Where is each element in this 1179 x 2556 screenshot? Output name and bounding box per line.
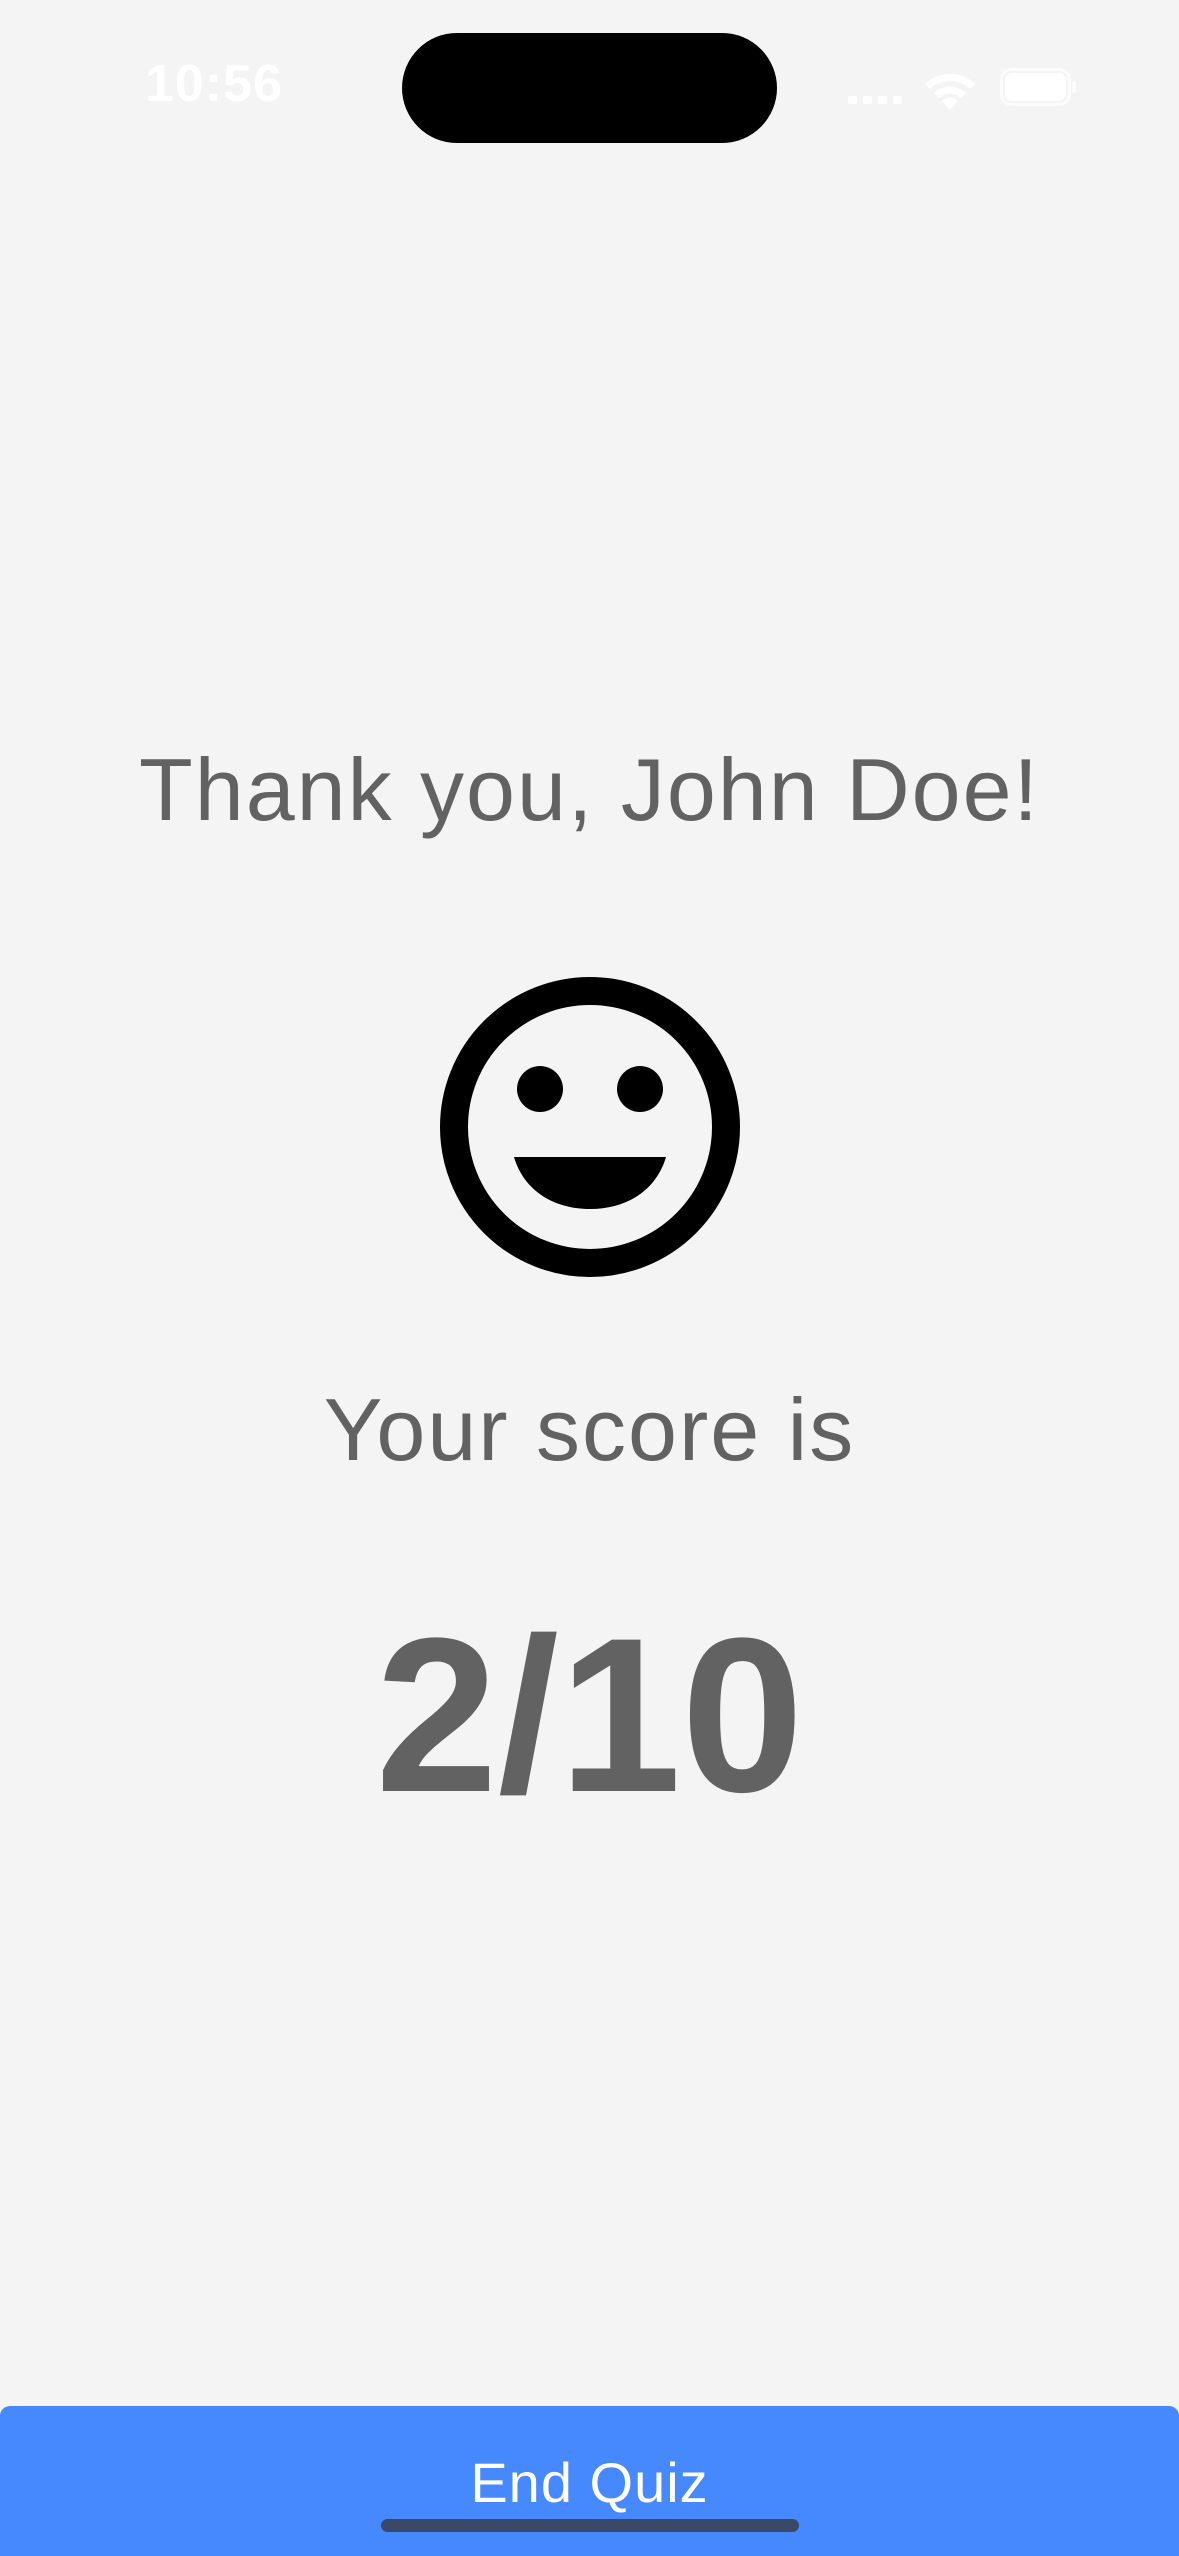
end-quiz-button[interactable]: End Quiz: [0, 2406, 1179, 2556]
end-quiz-label: End Quiz: [470, 2451, 709, 2514]
status-time: 10:56: [145, 55, 283, 113]
cellular-signal-icon: [848, 92, 904, 104]
status-bar: 10:56: [0, 0, 1179, 170]
battery-icon: [1000, 68, 1076, 106]
home-indicator[interactable]: [381, 2519, 799, 2532]
dynamic-island: [402, 33, 777, 143]
score-label: Your score is: [323, 1380, 856, 1479]
score-value: 2/10: [375, 1592, 804, 1838]
smiling-face-icon: [440, 977, 740, 1277]
wifi-icon: [925, 73, 975, 110]
thank-you-message: Thank you, John Doe!: [139, 740, 1040, 839]
